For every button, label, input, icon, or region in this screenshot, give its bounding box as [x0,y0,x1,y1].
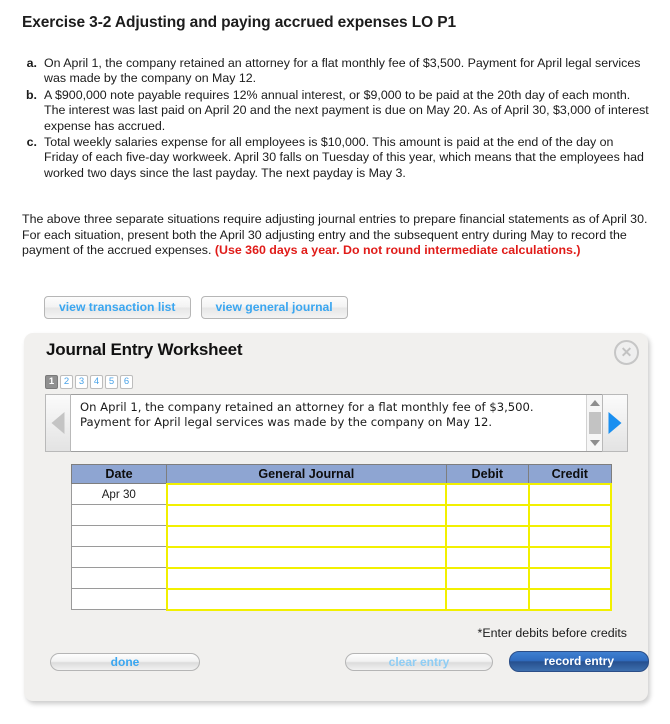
transaction-description-box: On April 1, the company retained an atto… [71,394,602,452]
scrollbar-thumb[interactable] [589,412,601,434]
step-tab-5[interactable]: 5 [105,375,118,389]
situations-list: a. On April 1, the company retained an a… [22,56,650,182]
table-row [70,587,613,611]
date-cell[interactable] [70,588,168,610]
left-triangle-icon [51,412,65,434]
debits-before-credits-note: *Enter debits before credits [477,626,627,640]
step-tab-4[interactable]: 4 [90,375,103,389]
record-entry-button[interactable]: record entry [509,651,649,672]
column-header-date: Date [70,464,168,484]
previous-transaction-button[interactable] [45,394,71,452]
debit-input[interactable] [445,524,530,548]
general-journal-input[interactable] [165,503,448,527]
step-tab-2[interactable]: 2 [60,375,73,389]
general-journal-input[interactable] [165,524,448,548]
table-row [70,545,613,569]
step-tab-3[interactable]: 3 [75,375,88,389]
table-row [70,566,613,590]
credit-input[interactable] [527,503,613,527]
column-header-debit: Debit [445,464,530,484]
general-journal-input[interactable] [165,587,448,611]
debit-input[interactable] [445,566,530,590]
close-icon[interactable]: ✕ [614,340,639,365]
date-cell[interactable] [70,525,168,547]
list-item: b. A $900,000 note payable requires 12% … [22,88,650,134]
date-cell[interactable] [70,504,168,526]
column-header-credit: Credit [528,464,612,484]
general-journal-input[interactable] [165,545,448,569]
list-item-text: On April 1, the company retained an atto… [44,56,641,86]
close-x-glyph: ✕ [620,344,633,360]
column-header-general-journal: General Journal [166,464,447,484]
view-general-journal-button[interactable]: view general journal [200,296,348,319]
credit-input[interactable] [527,524,613,548]
step-tab-1[interactable]: 1 [45,375,58,389]
worksheet-title: Journal Entry Worksheet [46,340,243,359]
journal-entry-worksheet-panel: Journal Entry Worksheet ✕ 1 2 3 4 5 6 On… [24,333,649,701]
list-item-text: Total weekly salaries expense for all em… [44,135,644,180]
credit-input[interactable] [527,545,613,569]
list-item: c. Total weekly salaries expense for all… [22,135,650,181]
description-scrollbar[interactable] [586,395,602,451]
right-triangle-icon [608,412,622,434]
next-transaction-button[interactable] [602,394,628,452]
date-cell[interactable] [70,567,168,589]
credit-input[interactable] [527,587,613,611]
journal-entry-table: Date General Journal Debit Credit Apr 30 [70,464,613,611]
view-button-group: view transaction list view general journ… [44,296,348,319]
instructions-emphasis-text: (Use 360 days a year. Do not round inter… [214,243,581,258]
scroll-up-icon[interactable] [589,400,600,406]
transaction-description-text: On April 1, the company retained an atto… [80,400,534,430]
credit-input[interactable] [527,482,613,506]
table-row: Apr 30 [70,482,613,506]
list-item-marker: a. [26,56,37,70]
page-title: Exercise 3-2 Adjusting and paying accrue… [22,14,457,31]
list-item: a. On April 1, the company retained an a… [22,56,650,87]
step-tab-group: 1 2 3 4 5 6 [45,375,133,389]
general-journal-input[interactable] [165,566,448,590]
debit-input[interactable] [445,545,530,569]
list-item-marker: c. [26,135,37,150]
list-item-marker: b. [25,87,37,102]
date-cell[interactable] [70,546,168,568]
debit-input[interactable] [445,482,530,506]
date-cell[interactable]: Apr 30 [70,483,168,505]
credit-input[interactable] [527,566,613,590]
table-row [70,524,613,548]
scroll-down-icon[interactable] [589,440,600,446]
debit-input[interactable] [445,587,530,611]
transaction-navigator: On April 1, the company retained an atto… [45,394,628,452]
view-transaction-list-button[interactable]: view transaction list [44,296,191,319]
clear-entry-button[interactable]: clear entry [345,653,493,671]
step-tab-6[interactable]: 6 [120,375,133,389]
general-journal-input[interactable] [165,482,448,506]
table-header-row: Date General Journal Debit Credit [70,464,612,484]
table-row [70,503,613,527]
debit-input[interactable] [445,503,530,527]
list-item-text: A $900,000 note payable requires 12% ann… [44,87,649,133]
instructions-paragraph: The above three separate situations requ… [22,212,648,259]
done-button[interactable]: done [50,653,200,671]
